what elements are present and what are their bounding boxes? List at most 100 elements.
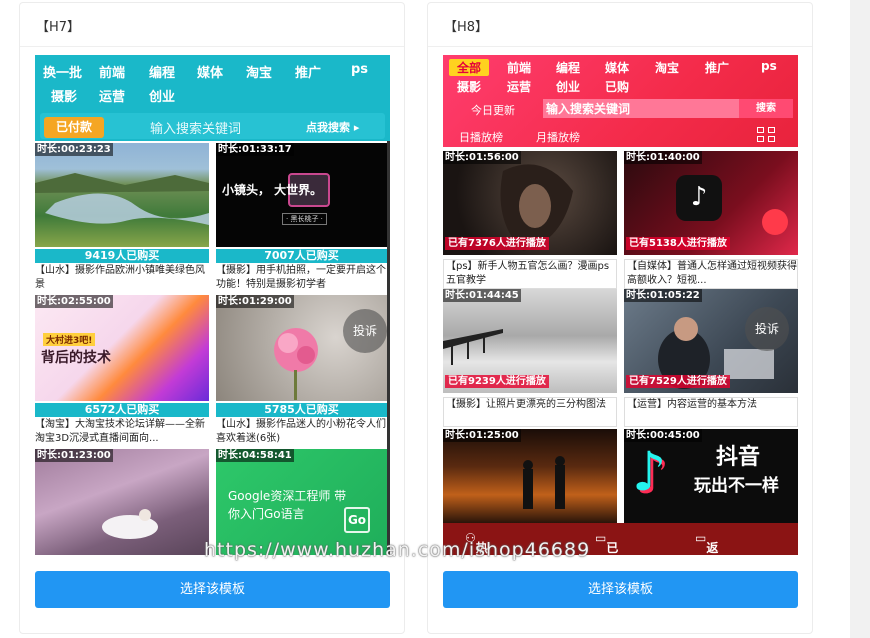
video-thumbnail[interactable]: 时长:00:23:23: [35, 143, 209, 247]
duration-label: 时长:01:44:45: [443, 289, 521, 302]
video-thumbnail[interactable]: 小镜头， 大世界。 · 黑长桃子 · 时长:01:33:17: [216, 143, 387, 247]
video-thumbnail[interactable]: 时长:01:23:00: [35, 449, 209, 555]
go-badge-icon: Go: [344, 507, 370, 533]
video-caption[interactable]: 【运营】内容运营的基本方法: [624, 397, 798, 427]
buyers-count: 9419人已购买: [35, 249, 209, 263]
nav-item[interactable]: 媒体: [197, 62, 223, 81]
thumbnail-text: 小镜头， 大世界。: [222, 183, 323, 197]
report-button[interactable]: 投诉: [745, 307, 789, 351]
search-button[interactable]: 搜索: [739, 99, 793, 118]
header-bar: 全部 前端 编程 媒体 淘宝 推广 ps 摄影 运营 创业 已购 今日更新 输入…: [443, 55, 798, 147]
street-night-image: [523, 456, 565, 509]
choose-template-button[interactable]: 选择该模板: [443, 571, 798, 608]
video-caption[interactable]: 【摄影】用手机拍照，一定要开启这个功能！特别是摄影初学者: [216, 264, 387, 292]
thumbnail-text: 抖音: [716, 445, 761, 470]
nav-item[interactable]: 淘宝: [655, 59, 679, 76]
tab-purchased[interactable]: ▭ 已购: [595, 531, 618, 555]
duration-label: 时长:01:29:00: [216, 295, 294, 308]
couple-photo-image: [102, 509, 158, 539]
video-thumbnail[interactable]: 时长:01:56:00 已有7376人进行播放: [443, 151, 617, 255]
tab-monthly-rank[interactable]: 月播放榜: [536, 129, 580, 145]
duration-label: 时长:00:23:23: [35, 143, 113, 156]
duration-label: 时长:01:23:00: [35, 449, 113, 462]
page-scrollbar-track[interactable]: [850, 0, 870, 638]
search-input[interactable]: 输入搜索关键词: [150, 118, 241, 137]
tab-label: 返回顶部: [706, 541, 719, 555]
nav-item-active[interactable]: 全部: [449, 59, 490, 76]
buyers-count: 5785人已购买: [216, 403, 387, 417]
duration-label: 时长:01:40:00: [624, 151, 702, 164]
duration-label: 时长:02:55:00: [35, 295, 113, 308]
thumbnail-subtext: · 黑长桃子 ·: [282, 213, 327, 225]
template-preview: 换一批 前端 编程 媒体 淘宝 推广 ps 摄影 运营 创业 已付款 输入搜索关…: [35, 55, 390, 555]
thumbnail-subtext: 玩出不一样: [694, 476, 779, 496]
river-landscape-image: [35, 173, 209, 225]
tab-back-to-top[interactable]: ▭ 返回顶部: [695, 531, 718, 555]
video-thumbnail[interactable]: ♪ 抖音 玩出不一样 时长:00:45:00: [624, 429, 798, 523]
video-caption[interactable]: 【山水】摄影作品迷人的小粉花令人们喜欢着迷(6张): [216, 418, 387, 446]
play-count: 已有7376人进行播放: [445, 237, 549, 250]
thumbnail-text: Google资深工程师 带你入门Go语言: [228, 489, 347, 521]
video-thumbnail[interactable]: ♪ 时长:01:40:00 已有5138人进行播放: [624, 151, 798, 255]
video-thumbnail[interactable]: 时长:01:25:00: [443, 429, 617, 523]
nav-item[interactable]: 推广: [295, 62, 321, 81]
search-bar[interactable]: 输入搜索关键词 搜索: [543, 99, 793, 118]
nav-item[interactable]: 创业: [556, 78, 580, 95]
nav-item[interactable]: 运营: [99, 86, 125, 105]
search-button-label: 点我搜索: [306, 121, 350, 134]
thumbnail-text: 背后的技术: [41, 350, 111, 366]
nav-item[interactable]: ps: [351, 62, 368, 77]
play-count: 已有7529人进行播放: [626, 375, 730, 388]
duration-label: 时长:04:58:41: [216, 449, 294, 462]
search-input[interactable]: 输入搜索关键词: [546, 100, 630, 117]
duration-label: 时长:01:25:00: [443, 429, 521, 442]
thumbnail-tag: 大村进3吧!: [43, 333, 96, 346]
nav-item[interactable]: ps: [761, 59, 777, 73]
buyers-count: 6572人已购买: [35, 403, 209, 417]
nav-item[interactable]: 推广: [705, 59, 729, 76]
template-preview: 全部 前端 编程 媒体 淘宝 推广 ps 摄影 运营 创业 已购 今日更新 输入…: [443, 55, 798, 555]
nav-item[interactable]: 摄影: [51, 86, 77, 105]
video-caption[interactable]: 【ps】新手人物五官怎么画？漫画ps五官教学: [443, 259, 617, 289]
paid-button[interactable]: 已付款: [44, 117, 104, 138]
header-bar: 换一批 前端 编程 媒体 淘宝 推广 ps 摄影 运营 创业 已付款 输入搜索关…: [35, 55, 390, 141]
today-update-label[interactable]: 今日更新: [471, 102, 515, 118]
search-bar[interactable]: 已付款 输入搜索关键词 点我搜索 ▸: [40, 113, 385, 139]
card-title: 【H8】: [428, 3, 812, 47]
video-caption[interactable]: 【摄影】让照片更漂亮的三分构图法: [443, 397, 617, 427]
duration-label: 时长:01:05:22: [624, 289, 702, 302]
nav-item[interactable]: 编程: [556, 59, 580, 76]
duration-label: 时长:01:56:00: [443, 151, 521, 164]
nav-item[interactable]: 编程: [149, 62, 175, 81]
nav-item[interactable]: 运营: [507, 78, 531, 95]
play-count: 已有9239人进行播放: [445, 375, 549, 388]
video-caption[interactable]: 【淘宝】大淘宝技术论坛详解——全新淘宝3D沉浸式直播间面向...: [35, 418, 209, 446]
tiktok-logo-icon: ♪: [676, 175, 722, 221]
nav-item[interactable]: 前端: [507, 59, 531, 76]
nav-item[interactable]: 摄影: [457, 78, 481, 95]
video-thumbnail[interactable]: 时长:01:44:45 已有9239人进行播放: [443, 289, 617, 393]
decor-circle: [762, 209, 788, 235]
tiktok-logo-icon: ♪: [632, 440, 667, 503]
play-count: 已有5138人进行播放: [626, 237, 730, 250]
duration-label: 时长:01:33:17: [216, 143, 294, 156]
video-thumbnail[interactable]: 大村进3吧! 背后的技术 时长:02:55:00: [35, 295, 209, 401]
nav-item[interactable]: 前端: [99, 62, 125, 81]
nav-item[interactable]: 媒体: [605, 59, 629, 76]
duration-label: 时长:00:45:00: [624, 429, 702, 442]
card-title: 【H7】: [20, 3, 404, 47]
tab-daily-rank[interactable]: 日播放榜: [459, 129, 503, 145]
watermark-text: https://www.huzhan.com/ishop46689: [204, 539, 591, 561]
nav-item[interactable]: 创业: [149, 86, 175, 105]
report-button[interactable]: 投诉: [343, 309, 387, 353]
video-caption[interactable]: 【山水】摄影作品欧洲小镇唯美绿色风景: [35, 264, 209, 292]
video-caption[interactable]: 【自媒体】普通人怎样通过短视频获得高额收入？短视...: [624, 259, 798, 289]
nav-item[interactable]: 换一批: [43, 62, 82, 81]
choose-template-button[interactable]: 选择该模板: [35, 571, 390, 608]
nav-item[interactable]: 已购: [605, 78, 629, 95]
grid-menu-icon[interactable]: [757, 127, 777, 143]
preview-scrollbar[interactable]: [387, 141, 390, 555]
nav-item[interactable]: 淘宝: [246, 62, 272, 81]
buyers-count: 7007人已购买: [216, 249, 387, 263]
search-button[interactable]: 点我搜索 ▸: [306, 119, 359, 135]
